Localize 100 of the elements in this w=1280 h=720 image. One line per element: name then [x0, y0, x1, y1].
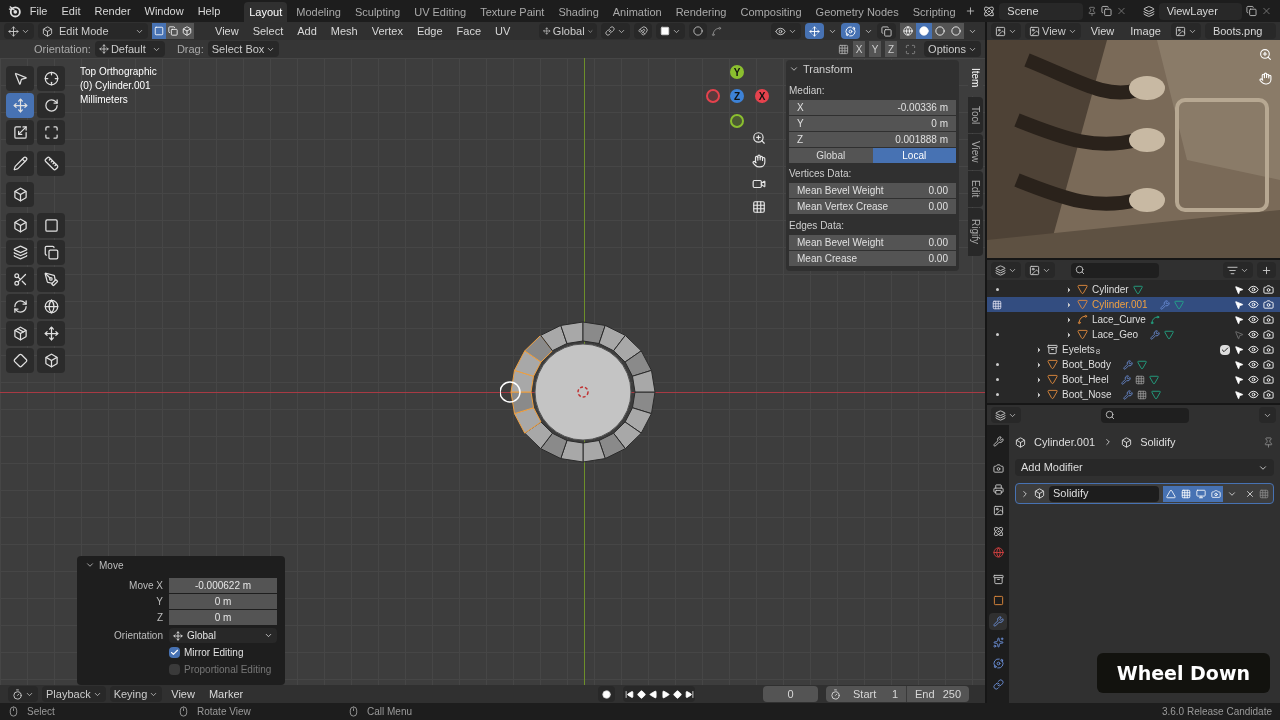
object-name: Boot_Heel — [1062, 373, 1109, 387]
section-label: Vertices Data: — [789, 167, 853, 181]
menu-item[interactable]: Mesh — [325, 22, 363, 40]
gizmo-axis-button[interactable]: Y — [730, 65, 744, 79]
number-field[interactable]: X -0.00336 m — [789, 100, 956, 115]
field-label: Drag: — [176, 41, 204, 57]
viewport-info-text: (0) Cylinder.001 — [80, 79, 152, 93]
add-modifier-dropdown[interactable]: Add Modifier — [1015, 459, 1274, 476]
number-field[interactable]: Mean Bevel Weight 0.00 — [789, 183, 956, 198]
menu-item[interactable]: Image — [1124, 22, 1167, 40]
frame-field[interactable]: 0 — [763, 686, 818, 702]
key-press-overlay: Wheel Down — [1096, 652, 1270, 693]
view-dropdown[interactable]: View — [1025, 23, 1081, 39]
status-hint: Select — [27, 705, 55, 719]
start-frame-field[interactable]: Start 1 — [845, 685, 907, 703]
workspace-tab[interactable]: Rendering — [670, 2, 732, 22]
workspace-tab[interactable]: Scripting — [907, 2, 961, 22]
menu-item[interactable]: Render — [89, 2, 136, 20]
space-toggle[interactable]: Global — [789, 148, 873, 163]
workspace-tab[interactable]: Animation — [607, 2, 667, 22]
orientation-dropdown[interactable]: Global — [169, 628, 277, 643]
menu-dropdown[interactable]: Keying — [109, 686, 163, 702]
sidebar-tab[interactable]: Tool — [968, 97, 983, 133]
mirror-axis-toggle[interactable]: Z — [885, 41, 898, 57]
number-field[interactable]: Mean Vertex Crease 0.00 — [789, 199, 956, 214]
options-dropdown[interactable]: Options — [924, 41, 981, 57]
menu-item[interactable]: Add — [292, 22, 322, 40]
mode-dropdown[interactable]: Edit Mode — [38, 23, 148, 39]
object-name: Lace_Curve — [1092, 313, 1146, 327]
workspace-tab[interactable]: Modeling — [291, 2, 346, 22]
mirror-axis-toggle[interactable]: Y — [869, 41, 882, 57]
viewport-info-text: Top Orthographic — [80, 65, 157, 79]
breadcrumb-item: Solidify — [1140, 434, 1176, 450]
workspace-tab[interactable]: Layout — [244, 2, 288, 22]
image-name-field[interactable]: Boots.png — [1204, 23, 1276, 39]
menu-item[interactable]: Marker — [203, 685, 249, 703]
menu-item[interactable]: UV — [490, 22, 516, 40]
field-label: Z — [155, 611, 163, 625]
space-toggle[interactable]: Local — [872, 148, 956, 163]
sidebar-tab[interactable]: Edit — [968, 171, 983, 207]
number-field[interactable]: Mean Bevel Weight 0.00 — [789, 235, 956, 250]
panel-title: Transform — [803, 61, 853, 77]
field-label: Orientation — [113, 629, 163, 643]
menu-item[interactable]: Vertex — [366, 22, 408, 40]
workspace-tab[interactable]: UV Editing — [409, 2, 472, 22]
gizmo-axis-button[interactable]: Z — [730, 89, 744, 103]
object-name: Boot_Nose — [1062, 388, 1112, 402]
outliner-row[interactable]: Boot_Heel — [987, 372, 1280, 387]
number-field[interactable]: Mean Crease 0.00 — [789, 251, 956, 266]
menu-item[interactable]: Help — [192, 2, 226, 20]
outliner-row[interactable]: Boot_Nose — [987, 387, 1280, 402]
view-layer-field[interactable]: ViewLayer — [1158, 2, 1243, 20]
menu-item[interactable]: Face — [451, 22, 487, 40]
number-field[interactable]: 0 m — [169, 610, 277, 625]
menu-item[interactable]: Window — [139, 2, 189, 20]
menu-item[interactable]: View — [210, 22, 244, 40]
sidebar-tab[interactable]: Item — [968, 60, 983, 96]
menu-item[interactable]: View — [166, 685, 200, 703]
outliner-row[interactable]: Cylinder — [987, 282, 1280, 297]
object-name: Eyelets — [1062, 343, 1095, 357]
section-label: Edges Data: — [789, 219, 846, 233]
outliner-row[interactable]: Cylinder.001 — [987, 297, 1280, 312]
orientation-dropdown[interactable]: Default — [94, 41, 165, 57]
workspace-tab[interactable]: Compositing — [735, 2, 807, 22]
end-frame-field[interactable]: End 250 — [907, 685, 969, 703]
workspace-tab[interactable]: Sculpting — [349, 2, 406, 22]
number-field[interactable]: 0 m — [169, 594, 277, 609]
mirror-axis-toggle[interactable]: X — [853, 41, 866, 57]
number-field[interactable]: Y 0 m — [789, 116, 956, 131]
sidebar-tab[interactable]: View — [968, 134, 983, 170]
object-name: Cylinder — [1092, 283, 1129, 297]
field-label: Y — [155, 595, 163, 609]
number-field[interactable]: -0.000622 m — [169, 578, 277, 593]
workspace-tab[interactable]: Shading — [553, 2, 604, 22]
object-name: Boot_Body — [1062, 358, 1111, 372]
menu-item[interactable]: Edge — [411, 22, 448, 40]
status-hint: Rotate View — [197, 705, 251, 719]
outliner-row[interactable]: Lace_Geo — [987, 327, 1280, 342]
object-name: Cylinder.001 — [1092, 298, 1148, 312]
section-label: Median: — [789, 84, 826, 98]
orientation-dropdown[interactable]: Global — [539, 23, 598, 39]
checkbox-option[interactable]: Mirror Editing — [169, 644, 277, 660]
menu-dropdown[interactable]: Playback — [42, 686, 106, 702]
scene-field[interactable]: Scene — [999, 2, 1083, 20]
status-hint: Call Menu — [367, 705, 413, 719]
outliner-row[interactable]: Lace_Curve — [987, 312, 1280, 327]
workspace-tab[interactable]: Geometry Nodes — [810, 2, 904, 22]
modifier-name-field[interactable]: Solidify — [1049, 485, 1159, 502]
menu-item[interactable]: View — [1084, 22, 1121, 40]
gizmo-axis-button[interactable]: X — [755, 89, 769, 103]
number-field[interactable]: Z 0.001888 m — [789, 132, 956, 147]
version-text: 3.6.0 Release Candidate — [1161, 705, 1272, 719]
menu-item[interactable]: Select — [247, 22, 289, 40]
menu-item[interactable]: File — [24, 2, 53, 20]
viewport-info-text: Millimeters — [80, 93, 129, 107]
workspace-tab[interactable]: Texture Paint — [475, 2, 550, 22]
outliner-row[interactable]: Boot_Body — [987, 357, 1280, 372]
sidebar-tab[interactable]: Rigify — [968, 208, 983, 256]
drag-dropdown[interactable]: Select Box — [207, 41, 280, 57]
menu-item[interactable]: Edit — [56, 2, 86, 20]
